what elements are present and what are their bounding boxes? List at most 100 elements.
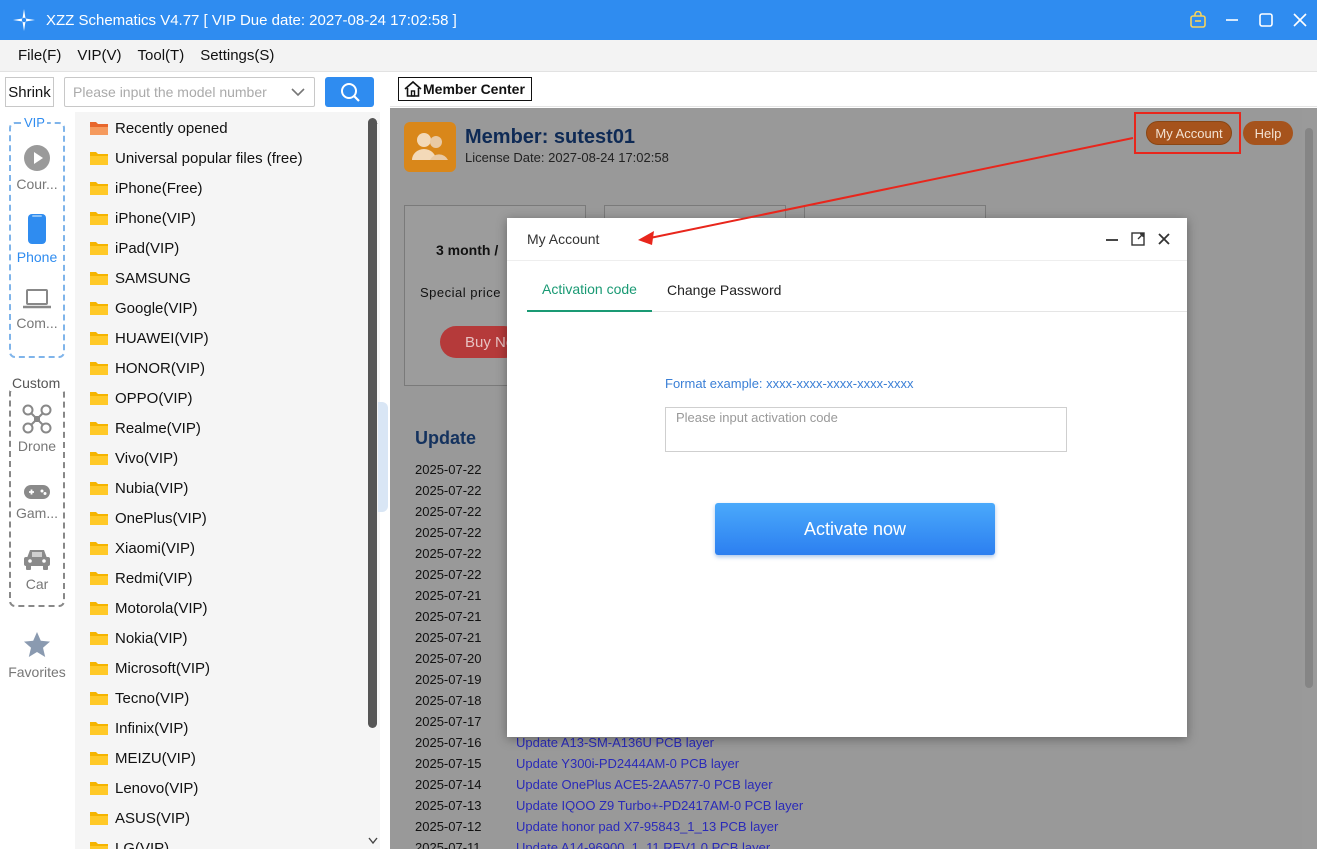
tree-item-label: Infinix(VIP) — [115, 719, 189, 737]
tree-item[interactable]: SAMSUNG — [89, 263, 191, 293]
activate-now-button[interactable]: Activate now — [715, 503, 995, 555]
tree-item[interactable]: Recently opened — [89, 113, 228, 143]
tree-item[interactable]: HONOR(VIP) — [89, 353, 205, 383]
update-date: 2025-07-13 — [415, 798, 482, 813]
folder-icon — [90, 812, 108, 825]
update-date: 2025-07-22 — [415, 504, 482, 519]
update-date: 2025-07-21 — [415, 588, 482, 603]
menu-settings[interactable]: Settings(S) — [200, 47, 274, 64]
tree-item-label: OnePlus(VIP) — [115, 509, 207, 527]
tree-item-label: Universal popular files (free) — [115, 149, 303, 167]
tree-item[interactable]: MEIZU(VIP) — [89, 743, 196, 773]
tree-item[interactable]: Tecno(VIP) — [89, 683, 189, 713]
tree-item[interactable]: iPhone(Free) — [89, 173, 203, 203]
tree-item[interactable]: Vivo(VIP) — [89, 443, 178, 473]
dialog-close-button[interactable] — [1155, 230, 1173, 248]
brand-tree: Recently opened Universal popular files (… — [75, 112, 380, 849]
annotation-highlight-box — [1134, 112, 1241, 154]
rail-item-drone[interactable]: Drone — [0, 404, 74, 454]
tree-item[interactable]: Redmi(VIP) — [89, 563, 193, 593]
star-icon — [24, 632, 50, 657]
member-avatar — [404, 122, 456, 172]
update-date: 2025-07-11 — [415, 840, 481, 849]
tree-item[interactable]: Xiaomi(VIP) — [89, 533, 195, 563]
dialog-maximize-button[interactable] — [1129, 230, 1147, 248]
close-button[interactable] — [1283, 0, 1317, 40]
chevron-down-icon[interactable] — [290, 84, 306, 100]
tree-item-label: Lenovo(VIP) — [115, 779, 199, 797]
tree-item[interactable]: Nokia(VIP) — [89, 623, 188, 653]
tree-item[interactable]: iPad(VIP) — [89, 233, 179, 263]
update-link[interactable]: Update A13-SM-A136U PCB layer — [516, 735, 714, 750]
tree-item[interactable]: LG(VIP) — [89, 833, 169, 849]
scroll-down-icon[interactable] — [367, 836, 379, 846]
tree-item[interactable]: OnePlus(VIP) — [89, 503, 207, 533]
folder-icon — [90, 602, 108, 615]
tree-item-label: Microsoft(VIP) — [115, 659, 211, 677]
rail-item-drone-label: Drone — [17, 438, 57, 454]
tab-member-center[interactable]: Member Center — [398, 77, 532, 101]
collapse-handle[interactable] — [378, 402, 388, 512]
update-date: 2025-07-17 — [415, 714, 482, 729]
rail-item-car[interactable]: Car — [0, 546, 74, 592]
update-date: 2025-07-16 — [415, 735, 482, 750]
update-link[interactable]: Update IQOO Z9 Turbo+-PD2417AM-0 PCB lay… — [516, 798, 803, 813]
rail-item-favorites[interactable]: Favorites — [0, 630, 74, 680]
rail-item-phone[interactable]: Phone — [0, 213, 74, 265]
rail-item-computer[interactable]: Com... — [0, 287, 74, 331]
tree-item[interactable]: Motorola(VIP) — [89, 593, 208, 623]
tree-item[interactable]: Universal popular files (free) — [89, 143, 303, 173]
folder-icon — [90, 512, 108, 525]
update-link[interactable]: Update honor pad X7-95843_1_13 PCB layer — [516, 819, 778, 834]
content-scrollbar[interactable] — [1302, 108, 1317, 849]
menu-tool[interactable]: Tool(T) — [138, 47, 185, 64]
tree-item[interactable]: HUAWEI(VIP) — [89, 323, 209, 353]
update-date: 2025-07-21 — [415, 630, 482, 645]
activation-code-input[interactable] — [676, 410, 1066, 450]
panel-splitter[interactable] — [378, 112, 390, 849]
minimize-icon — [1226, 19, 1238, 21]
title-bar: XZZ Schematics V4.77 [ VIP Due date: 202… — [0, 0, 1317, 40]
vip-group-label: VIP — [22, 115, 47, 130]
update-link[interactable]: Update A14-96900_1_11 REV1.0 PCB layer — [516, 840, 770, 849]
tree-item[interactable]: Realme(VIP) — [89, 413, 201, 443]
member-name: Member: sutest01 — [465, 126, 636, 148]
tree-item[interactable]: ASUS(VIP) — [89, 803, 190, 833]
activation-code-box[interactable] — [665, 407, 1067, 452]
folder-icon — [90, 752, 108, 765]
minimize-button[interactable] — [1215, 0, 1249, 40]
tab-activation-code[interactable]: Activation code — [527, 268, 652, 312]
search-button[interactable] — [325, 77, 374, 107]
rail-item-game[interactable]: Gam... — [0, 483, 74, 521]
menu-file[interactable]: File(F) — [18, 47, 61, 64]
tree-item[interactable]: Google(VIP) — [89, 293, 198, 323]
close-icon — [1158, 233, 1170, 245]
update-link[interactable]: Update Y300i-PD2444AM-0 PCB layer — [516, 756, 739, 771]
tree-item[interactable]: Lenovo(VIP) — [89, 773, 198, 803]
update-row: 2025-07-22 — [415, 525, 482, 546]
laptop-icon — [23, 289, 51, 309]
rail-item-course[interactable]: Cour... — [0, 144, 74, 192]
model-search-box[interactable] — [64, 77, 315, 107]
bag-icon — [1190, 11, 1206, 28]
tree-item[interactable]: iPhone(VIP) — [89, 203, 196, 233]
update-date: 2025-07-18 — [415, 693, 482, 708]
update-link[interactable]: Update OnePlus ACE5-2AA577-0 PCB layer — [516, 777, 773, 792]
help-button[interactable]: Help — [1243, 121, 1293, 145]
tree-item[interactable]: Nubia(VIP) — [89, 473, 188, 503]
tree-item[interactable]: OPPO(VIP) — [89, 383, 193, 413]
tree-item[interactable]: Microsoft(VIP) — [89, 653, 210, 683]
tab-change-password[interactable]: Change Password — [652, 268, 796, 312]
vip-bag-button[interactable] — [1181, 0, 1215, 40]
model-search-input[interactable] — [73, 84, 283, 100]
dialog-minimize-button[interactable] — [1103, 230, 1121, 248]
content-scrollbar-thumb[interactable] — [1305, 128, 1313, 688]
tree-item[interactable]: Infinix(VIP) — [89, 713, 188, 743]
tree-item-label: iPhone(Free) — [115, 179, 203, 197]
folder-icon — [90, 782, 108, 795]
tree-scrollbar[interactable] — [368, 118, 377, 728]
maximize-button[interactable] — [1249, 0, 1283, 40]
menu-vip[interactable]: VIP(V) — [77, 47, 121, 64]
expand-icon — [1131, 232, 1145, 246]
shrink-button[interactable]: Shrink — [5, 77, 54, 107]
